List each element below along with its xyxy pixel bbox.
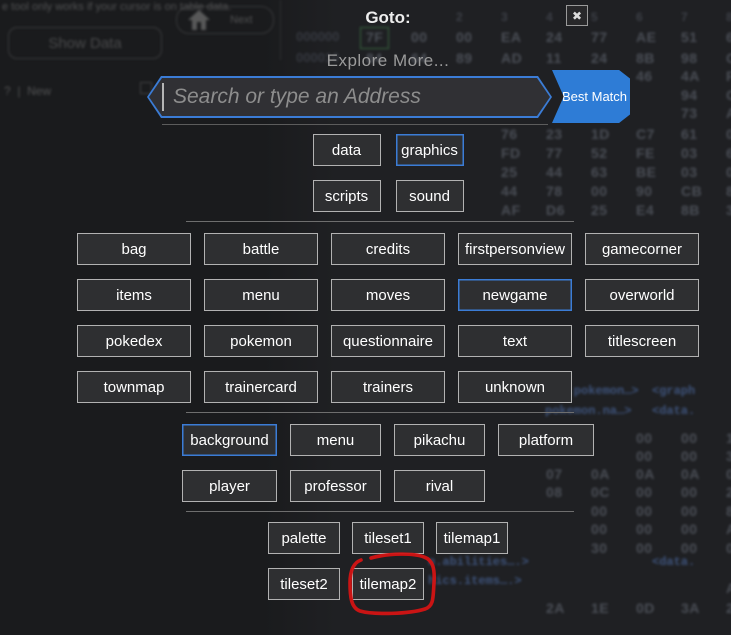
separator (162, 124, 548, 125)
goto-option-background[interactable]: background (182, 424, 277, 456)
goto-option-player[interactable]: player (182, 470, 277, 502)
goto-option-firstpersonview[interactable]: firstpersonview (458, 233, 572, 265)
separator (186, 221, 574, 222)
goto-option-townmap[interactable]: townmap (77, 371, 191, 403)
goto-search-input[interactable] (171, 84, 525, 110)
best-match-label: Best Match (555, 89, 627, 104)
explore-more-label: Explore More... (45, 51, 731, 71)
goto-option-bag[interactable]: bag (77, 233, 191, 265)
search-box-border (147, 76, 552, 118)
goto-option-menu[interactable]: menu (204, 279, 318, 311)
close-button[interactable]: ✖ (566, 5, 588, 26)
goto-dialog: Goto: ✖ Explore More... Best Match data … (45, 0, 731, 635)
goto-option-sound[interactable]: sound (396, 180, 464, 212)
best-match-button[interactable]: Best Match (552, 70, 630, 123)
folder-grid-graphics: bag battle credits firstpersonview gamec… (45, 233, 731, 403)
goto-option-graphics[interactable]: graphics (396, 134, 464, 166)
goto-option-pokemon[interactable]: pokemon (204, 325, 318, 357)
goto-option-rival[interactable]: rival (394, 470, 485, 502)
close-icon: ✖ (572, 9, 582, 23)
goto-option-text[interactable]: text (458, 325, 572, 357)
goto-option-tilemap2[interactable]: tilemap2 (352, 568, 424, 600)
goto-option-credits[interactable]: credits (331, 233, 445, 265)
goto-option-titlescreen[interactable]: titlescreen (585, 325, 699, 357)
goto-option-gamecorner[interactable]: gamecorner (585, 233, 699, 265)
goto-option-trainercard[interactable]: trainercard (204, 371, 318, 403)
goto-option-palette[interactable]: palette (268, 522, 340, 554)
folder-grid-root: data graphics scripts sound (45, 134, 731, 212)
goto-option-battle[interactable]: battle (204, 233, 318, 265)
goto-option-scripts[interactable]: scripts (313, 180, 381, 212)
goto-option-data[interactable]: data (313, 134, 381, 166)
goto-option-newgame[interactable]: newgame (458, 279, 572, 311)
goto-option-items[interactable]: items (77, 279, 191, 311)
goto-option-pokedex[interactable]: pokedex (77, 325, 191, 357)
goto-option-pikachu[interactable]: pikachu (394, 424, 485, 456)
separator (186, 412, 574, 413)
goto-option-menu2[interactable]: menu (290, 424, 381, 456)
goto-option-platform[interactable]: platform (498, 424, 594, 456)
goto-option-tilemap1[interactable]: tilemap1 (436, 522, 508, 554)
goto-option-questionnaire[interactable]: questionnaire (331, 325, 445, 357)
separator (186, 511, 574, 512)
goto-option-trainers[interactable]: trainers (331, 371, 445, 403)
dialog-title: Goto: (45, 8, 731, 28)
text-caret (162, 83, 164, 111)
hex-maniac-window: e tool only works if your cursor is on t… (0, 0, 731, 635)
goto-option-overworld[interactable]: overworld (585, 279, 699, 311)
folder-grid-newgame: background menu pikachu platform player … (45, 424, 731, 502)
search-box (149, 78, 550, 116)
goto-option-tileset2[interactable]: tileset2 (268, 568, 340, 600)
goto-option-unknown[interactable]: unknown (458, 371, 572, 403)
goto-search-bar: Best Match (147, 70, 630, 123)
goto-option-professor[interactable]: professor (290, 470, 381, 502)
goto-option-moves[interactable]: moves (331, 279, 445, 311)
goto-option-tileset1[interactable]: tileset1 (352, 522, 424, 554)
folder-grid-background: palette tileset1 tilemap1 tileset2 tilem… (45, 522, 731, 600)
